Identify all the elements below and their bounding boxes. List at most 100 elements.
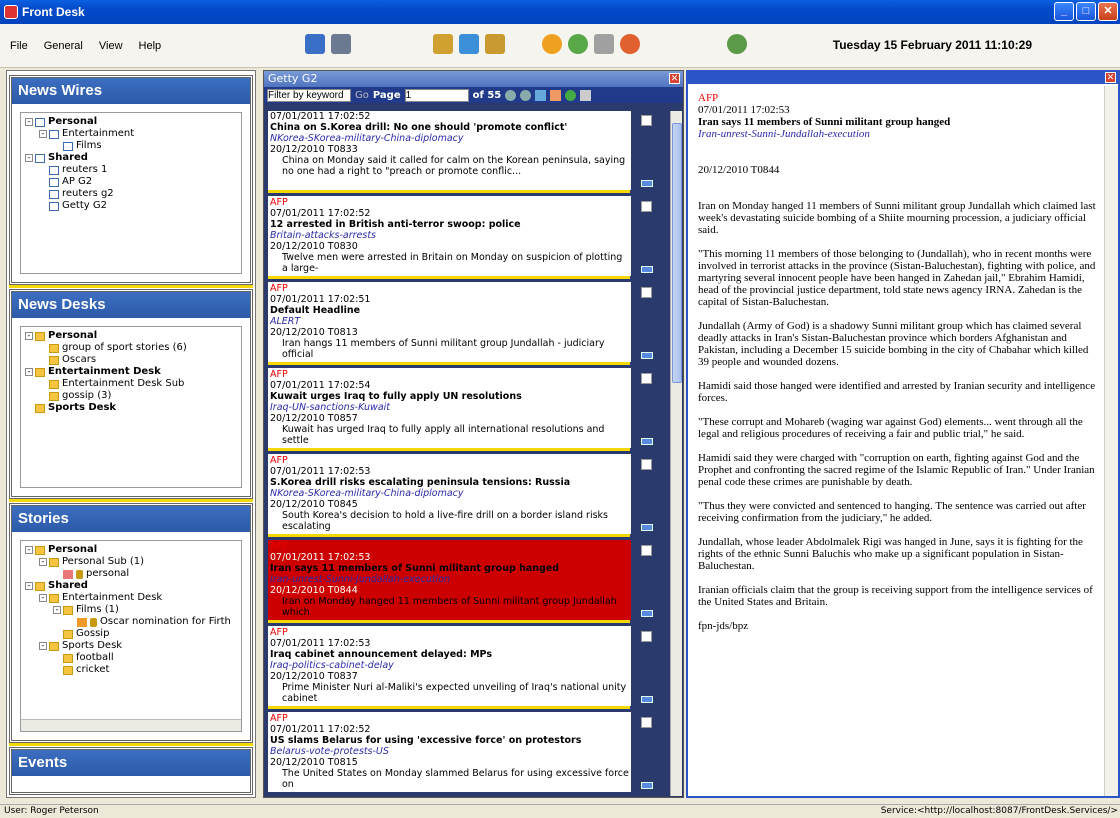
tree-node[interactable]: - Shared — [25, 152, 237, 164]
feed-card[interactable]: AFP 07/01/2011 17:02:51 Default Headline AL… — [268, 282, 631, 362]
feed-item[interactable]: AFP 07/01/2011 17:02:53 S.Korea drill risk… — [268, 447, 668, 534]
alert-icon[interactable] — [620, 34, 640, 54]
expand-toggle-icon[interactable]: - — [25, 582, 33, 590]
mail-icon[interactable] — [641, 352, 653, 359]
item-checkbox[interactable] — [641, 201, 652, 212]
feed-card[interactable]: AFP 07/01/2011 17:02:53 Iraq cabinet annou… — [268, 626, 631, 706]
tree-node[interactable]: -Entertainment Desk Sub — [25, 378, 237, 390]
cut-icon[interactable] — [433, 34, 453, 54]
maximize-button[interactable]: □ — [1076, 2, 1096, 21]
users-icon[interactable] — [727, 34, 747, 54]
expand-toggle-icon[interactable]: - — [25, 368, 33, 376]
tree-node[interactable]: -personal — [25, 568, 237, 580]
tree-node[interactable]: - Entertainment Desk — [25, 366, 237, 378]
tree-node[interactable]: -football — [25, 652, 237, 664]
grid-icon[interactable] — [580, 89, 592, 101]
close-icon[interactable]: ✕ — [669, 73, 680, 84]
minimize-button[interactable]: _ — [1054, 2, 1074, 21]
tree-node[interactable]: -Getty G2 — [25, 200, 237, 212]
tree-node[interactable]: - Entertainment Desk — [25, 592, 237, 604]
item-checkbox[interactable] — [641, 287, 652, 298]
horizontal-scrollbar[interactable] — [21, 719, 241, 731]
expand-toggle-icon[interactable]: - — [25, 154, 33, 162]
feed-card[interactable]: AFP 07/01/2011 17:02:54 Kuwait urges Iraq … — [268, 368, 631, 448]
print-icon[interactable] — [331, 34, 351, 54]
section-title[interactable]: News Wires — [12, 78, 250, 104]
item-checkbox[interactable] — [641, 115, 652, 126]
tree-node[interactable]: - Entertainment — [25, 128, 237, 140]
tree-node[interactable]: - Shared — [25, 580, 237, 592]
tree-node[interactable]: -Oscars — [25, 354, 237, 366]
feed-card[interactable]: 07/01/2011 17:02:52 China on S.Korea dril… — [268, 111, 631, 190]
refresh-icon[interactable] — [565, 89, 577, 101]
prev-icon[interactable] — [505, 89, 517, 101]
tree-node[interactable]: -Sports Desk — [25, 402, 237, 414]
expand-toggle-icon[interactable]: - — [39, 130, 47, 138]
feed-item[interactable]: AFP 07/01/2011 17:02:52 12 arrested in Bri… — [268, 189, 668, 276]
vertical-scrollbar[interactable] — [1104, 86, 1118, 796]
tree-node[interactable]: - Personal — [25, 116, 237, 128]
menu-general[interactable]: General — [44, 40, 83, 52]
item-checkbox[interactable] — [641, 545, 652, 556]
tree-node[interactable]: -gossip (3) — [25, 390, 237, 402]
tree-node[interactable]: -AP G2 — [25, 176, 237, 188]
mail-icon[interactable] — [641, 180, 653, 187]
new-document-icon[interactable] — [305, 34, 325, 54]
feed-item[interactable]: AFP 07/01/2011 17:02:53 Iran says 11 membe… — [268, 533, 668, 620]
close-button[interactable]: ✕ — [1098, 2, 1118, 21]
expand-toggle-icon[interactable]: - — [39, 558, 47, 566]
item-checkbox[interactable] — [641, 717, 652, 728]
list-icon[interactable] — [594, 34, 614, 54]
copy-icon[interactable] — [459, 34, 479, 54]
feed-item[interactable]: AFP 07/01/2011 17:02:53 Iraq cabinet annou… — [268, 619, 668, 706]
feed-card[interactable]: AFP 07/01/2011 17:02:53 S.Korea drill risk… — [268, 454, 631, 534]
tree-node[interactable]: -cricket — [25, 664, 237, 676]
mail-icon[interactable] — [641, 266, 653, 273]
feed-item[interactable]: AFP 07/01/2011 17:02:51 Default Headline AL… — [268, 275, 668, 362]
section-title[interactable]: Events — [12, 750, 250, 776]
section-title[interactable]: News Desks — [12, 292, 250, 318]
tree-node[interactable]: -reuters 1 — [25, 164, 237, 176]
go-button[interactable]: Go — [355, 90, 369, 101]
feed-card[interactable]: AFP 07/01/2011 17:02:53 Iran says 11 membe… — [268, 540, 631, 620]
mail-icon[interactable] — [641, 782, 653, 789]
expand-toggle-icon[interactable]: - — [25, 332, 33, 340]
menu-help[interactable]: Help — [139, 40, 162, 52]
tree-node[interactable]: - Personal — [25, 544, 237, 556]
menu-file[interactable]: File — [10, 40, 28, 52]
next-icon[interactable] — [520, 89, 532, 101]
expand-toggle-icon[interactable]: - — [53, 606, 61, 614]
expand-toggle-icon[interactable]: - — [25, 546, 33, 554]
menu-view[interactable]: View — [99, 40, 123, 52]
item-checkbox[interactable] — [641, 459, 652, 470]
people-icon[interactable] — [550, 89, 562, 101]
tree-icon[interactable] — [535, 89, 547, 101]
mail-icon[interactable] — [641, 524, 653, 531]
close-icon[interactable]: ✕ — [1105, 72, 1116, 83]
feed-item[interactable]: AFP 07/01/2011 17:02:52 US slams Belarus f… — [268, 705, 668, 792]
feed-card[interactable]: AFP 07/01/2011 17:02:52 12 arrested in Bri… — [268, 196, 631, 276]
tree-node[interactable]: -Films — [25, 140, 237, 152]
filter-input[interactable] — [267, 88, 351, 102]
clock-icon[interactable] — [568, 34, 588, 54]
tree-node[interactable]: -Gossip — [25, 628, 237, 640]
paste-icon[interactable] — [485, 34, 505, 54]
page-select[interactable] — [404, 88, 469, 102]
item-checkbox[interactable] — [641, 373, 652, 384]
tree-node[interactable]: - Personal Sub (1) — [25, 556, 237, 568]
mail-icon[interactable] — [641, 610, 653, 617]
tree-node[interactable]: -reuters g2 — [25, 188, 237, 200]
expand-toggle-icon[interactable]: - — [39, 642, 47, 650]
vertical-scrollbar[interactable] — [670, 111, 682, 796]
item-checkbox[interactable] — [641, 631, 652, 642]
tree-node[interactable]: - Films (1) — [25, 604, 237, 616]
feed-item[interactable]: 07/01/2011 17:02:52 China on S.Korea dril… — [268, 111, 668, 190]
mail-icon[interactable] — [641, 696, 653, 703]
feed-card[interactable]: AFP 07/01/2011 17:02:52 US slams Belarus f… — [268, 712, 631, 792]
expand-toggle-icon[interactable]: - — [25, 118, 33, 126]
tree-node[interactable]: -group of sport stories (6) — [25, 342, 237, 354]
expand-toggle-icon[interactable]: - — [39, 594, 47, 602]
tree-node[interactable]: - Personal — [25, 330, 237, 342]
tree-node[interactable]: -Sports Desk — [25, 640, 237, 652]
section-title[interactable]: Stories — [12, 506, 250, 532]
